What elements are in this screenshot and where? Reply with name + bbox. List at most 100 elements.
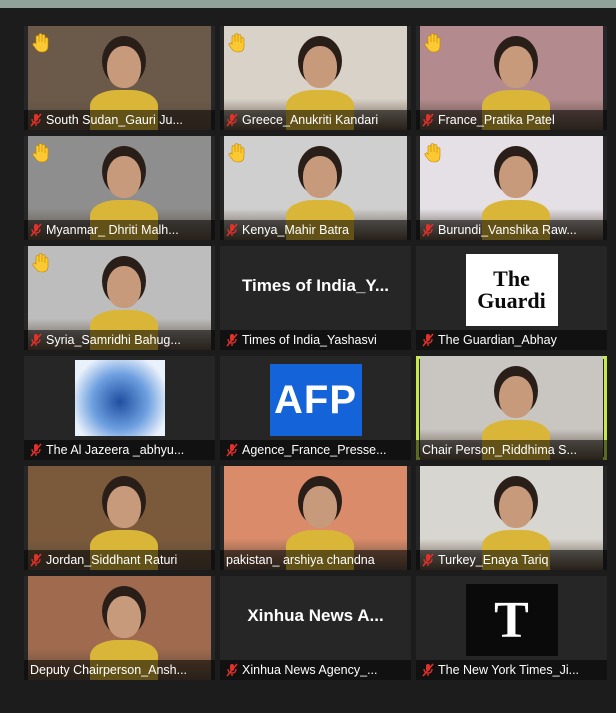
person-face <box>499 156 533 198</box>
participant-label: Deputy Chairperson_Ansh... <box>24 660 215 680</box>
muted-mic-icon <box>226 223 238 237</box>
participant-name: Chair Person_Riddhima S... <box>422 443 577 457</box>
muted-mic-icon <box>30 113 42 127</box>
raised-hand-icon <box>228 32 246 58</box>
muted-mic-icon <box>30 553 42 567</box>
participant-label: Agence_France_Presse... <box>220 440 411 460</box>
participant-name: Deputy Chairperson_Ansh... <box>30 663 188 677</box>
nyt-logo-text: T <box>494 591 529 649</box>
participant-grid: South Sudan_Gauri Ju... Greece_Anukriti … <box>24 26 608 680</box>
person-face <box>107 596 141 638</box>
person-face <box>303 46 337 88</box>
participant-label: South Sudan_Gauri Ju... <box>24 110 215 130</box>
raised-hand-icon <box>424 142 442 168</box>
participant-label: Greece_Anukriti Kandari <box>220 110 411 130</box>
participant-name: Burundi_Vanshika Raw... <box>438 223 577 237</box>
raised-hand-icon <box>228 142 246 168</box>
participant-label: Chair Person_Riddhima S... <box>416 440 607 460</box>
participant-name: pakistan_ arshiya chandna <box>226 553 375 567</box>
participant-name: France_Pratika Patel <box>438 113 555 127</box>
person-face <box>303 486 337 528</box>
participant-tile[interactable]: Xinhua News A... Xinhua News Agency_... <box>220 576 411 680</box>
participant-tile[interactable]: Kenya_Mahir Batra <box>220 136 411 240</box>
participant-tile[interactable]: pakistan_ arshiya chandna <box>220 466 411 570</box>
afp-logo-text: AFP <box>274 377 357 422</box>
participant-name: Myanmar_ Dhriti Malh... <box>46 223 179 237</box>
participant-name: Xinhua News Agency_... <box>242 663 378 677</box>
participant-name: South Sudan_Gauri Ju... <box>46 113 183 127</box>
participant-label: pakistan_ arshiya chandna <box>220 550 411 570</box>
participant-tile[interactable]: South Sudan_Gauri Ju... <box>24 26 215 130</box>
participant-tile[interactable]: Times of India_Y... Times of India_Yasha… <box>220 246 411 350</box>
participant-label: The New York Times_Ji... <box>416 660 607 680</box>
muted-mic-icon <box>30 333 42 347</box>
muted-mic-icon <box>422 223 434 237</box>
window-top-strip <box>0 0 616 8</box>
participant-tile[interactable]: Burundi_Vanshika Raw... <box>416 136 607 240</box>
participant-label: Jordan_Siddhant Raturi <box>24 550 215 570</box>
participant-tile[interactable]: The Guardi The Guardian_Abhay <box>416 246 607 350</box>
participant-name: Times of India_Yashasvi <box>242 333 377 347</box>
muted-mic-icon <box>226 443 238 457</box>
muted-mic-icon <box>226 113 238 127</box>
participant-tile[interactable]: Turkey_Enaya Tariq <box>416 466 607 570</box>
raised-hand-icon <box>424 32 442 58</box>
participant-tile[interactable]: Chair Person_Riddhima S... <box>416 356 607 460</box>
participant-name-display: Times of India_Y... <box>241 276 390 295</box>
participant-tile[interactable]: Greece_Anukriti Kandari <box>220 26 411 130</box>
participant-label: Syria_Samridhi Bahug... <box>24 330 215 350</box>
muted-mic-icon <box>30 223 42 237</box>
participant-name: The Guardian_Abhay <box>438 333 557 347</box>
afp-logo: AFP <box>269 364 362 436</box>
participant-name: Turkey_Enaya Tariq <box>438 553 549 567</box>
muted-mic-icon <box>30 443 42 457</box>
participant-label: France_Pratika Patel <box>416 110 607 130</box>
muted-mic-icon <box>422 663 434 677</box>
participant-name: The Al Jazeera _abhyu... <box>46 443 185 457</box>
participant-name: Syria_Samridhi Bahug... <box>46 333 181 347</box>
participant-label: Kenya_Mahir Batra <box>220 220 411 240</box>
participant-tile[interactable]: Syria_Samridhi Bahug... <box>24 246 215 350</box>
participant-label: Myanmar_ Dhriti Malh... <box>24 220 215 240</box>
person-face <box>107 156 141 198</box>
participant-tile[interactable]: Deputy Chairperson_Ansh... <box>24 576 215 680</box>
person-face <box>499 486 533 528</box>
muted-mic-icon <box>422 113 434 127</box>
participant-tile[interactable]: AFP Agence_France_Presse... <box>220 356 411 460</box>
participant-name: The New York Times_Ji... <box>438 663 580 677</box>
muted-mic-icon <box>422 553 434 567</box>
participant-label: Times of India_Yashasvi <box>220 330 411 350</box>
muted-mic-icon <box>226 663 238 677</box>
nyt-logo: T <box>465 584 558 656</box>
gallery-view: South Sudan_Gauri Ju... Greece_Anukriti … <box>0 8 616 713</box>
person-face <box>499 46 533 88</box>
muted-mic-icon <box>226 333 238 347</box>
participant-tile[interactable]: Jordan_Siddhant Raturi <box>24 466 215 570</box>
participant-label: Turkey_Enaya Tariq <box>416 550 607 570</box>
guardian-logo: The Guardi <box>465 254 558 326</box>
participant-name-display: Xinhua News A... <box>247 606 384 625</box>
participant-label: The Al Jazeera _abhyu... <box>24 440 215 460</box>
raised-hand-icon <box>32 32 50 58</box>
person-face <box>499 376 533 418</box>
raised-hand-icon <box>32 252 50 278</box>
participant-tile[interactable]: Myanmar_ Dhriti Malh... <box>24 136 215 240</box>
participant-tile[interactable]: France_Pratika Patel <box>416 26 607 130</box>
raised-hand-icon <box>32 142 50 168</box>
participant-label: The Guardian_Abhay <box>416 330 607 350</box>
person-face <box>107 266 141 308</box>
person-face <box>303 156 337 198</box>
participant-tile[interactable]: The Al Jazeera _abhyu... <box>24 356 215 460</box>
participant-label: Xinhua News Agency_... <box>220 660 411 680</box>
participant-name: Kenya_Mahir Batra <box>242 223 350 237</box>
muted-mic-icon <box>422 333 434 347</box>
participant-name: Jordan_Siddhant Raturi <box>46 553 178 567</box>
participant-tile[interactable]: T The New York Times_Ji... <box>416 576 607 680</box>
participant-label: Burundi_Vanshika Raw... <box>416 220 607 240</box>
participant-name: Agence_France_Presse... <box>242 443 387 457</box>
person-face <box>107 46 141 88</box>
participant-name: Greece_Anukriti Kandari <box>242 113 379 127</box>
person-face <box>107 486 141 528</box>
guardian-logo-text: The Guardi <box>477 268 546 312</box>
artwork-image <box>74 360 165 436</box>
